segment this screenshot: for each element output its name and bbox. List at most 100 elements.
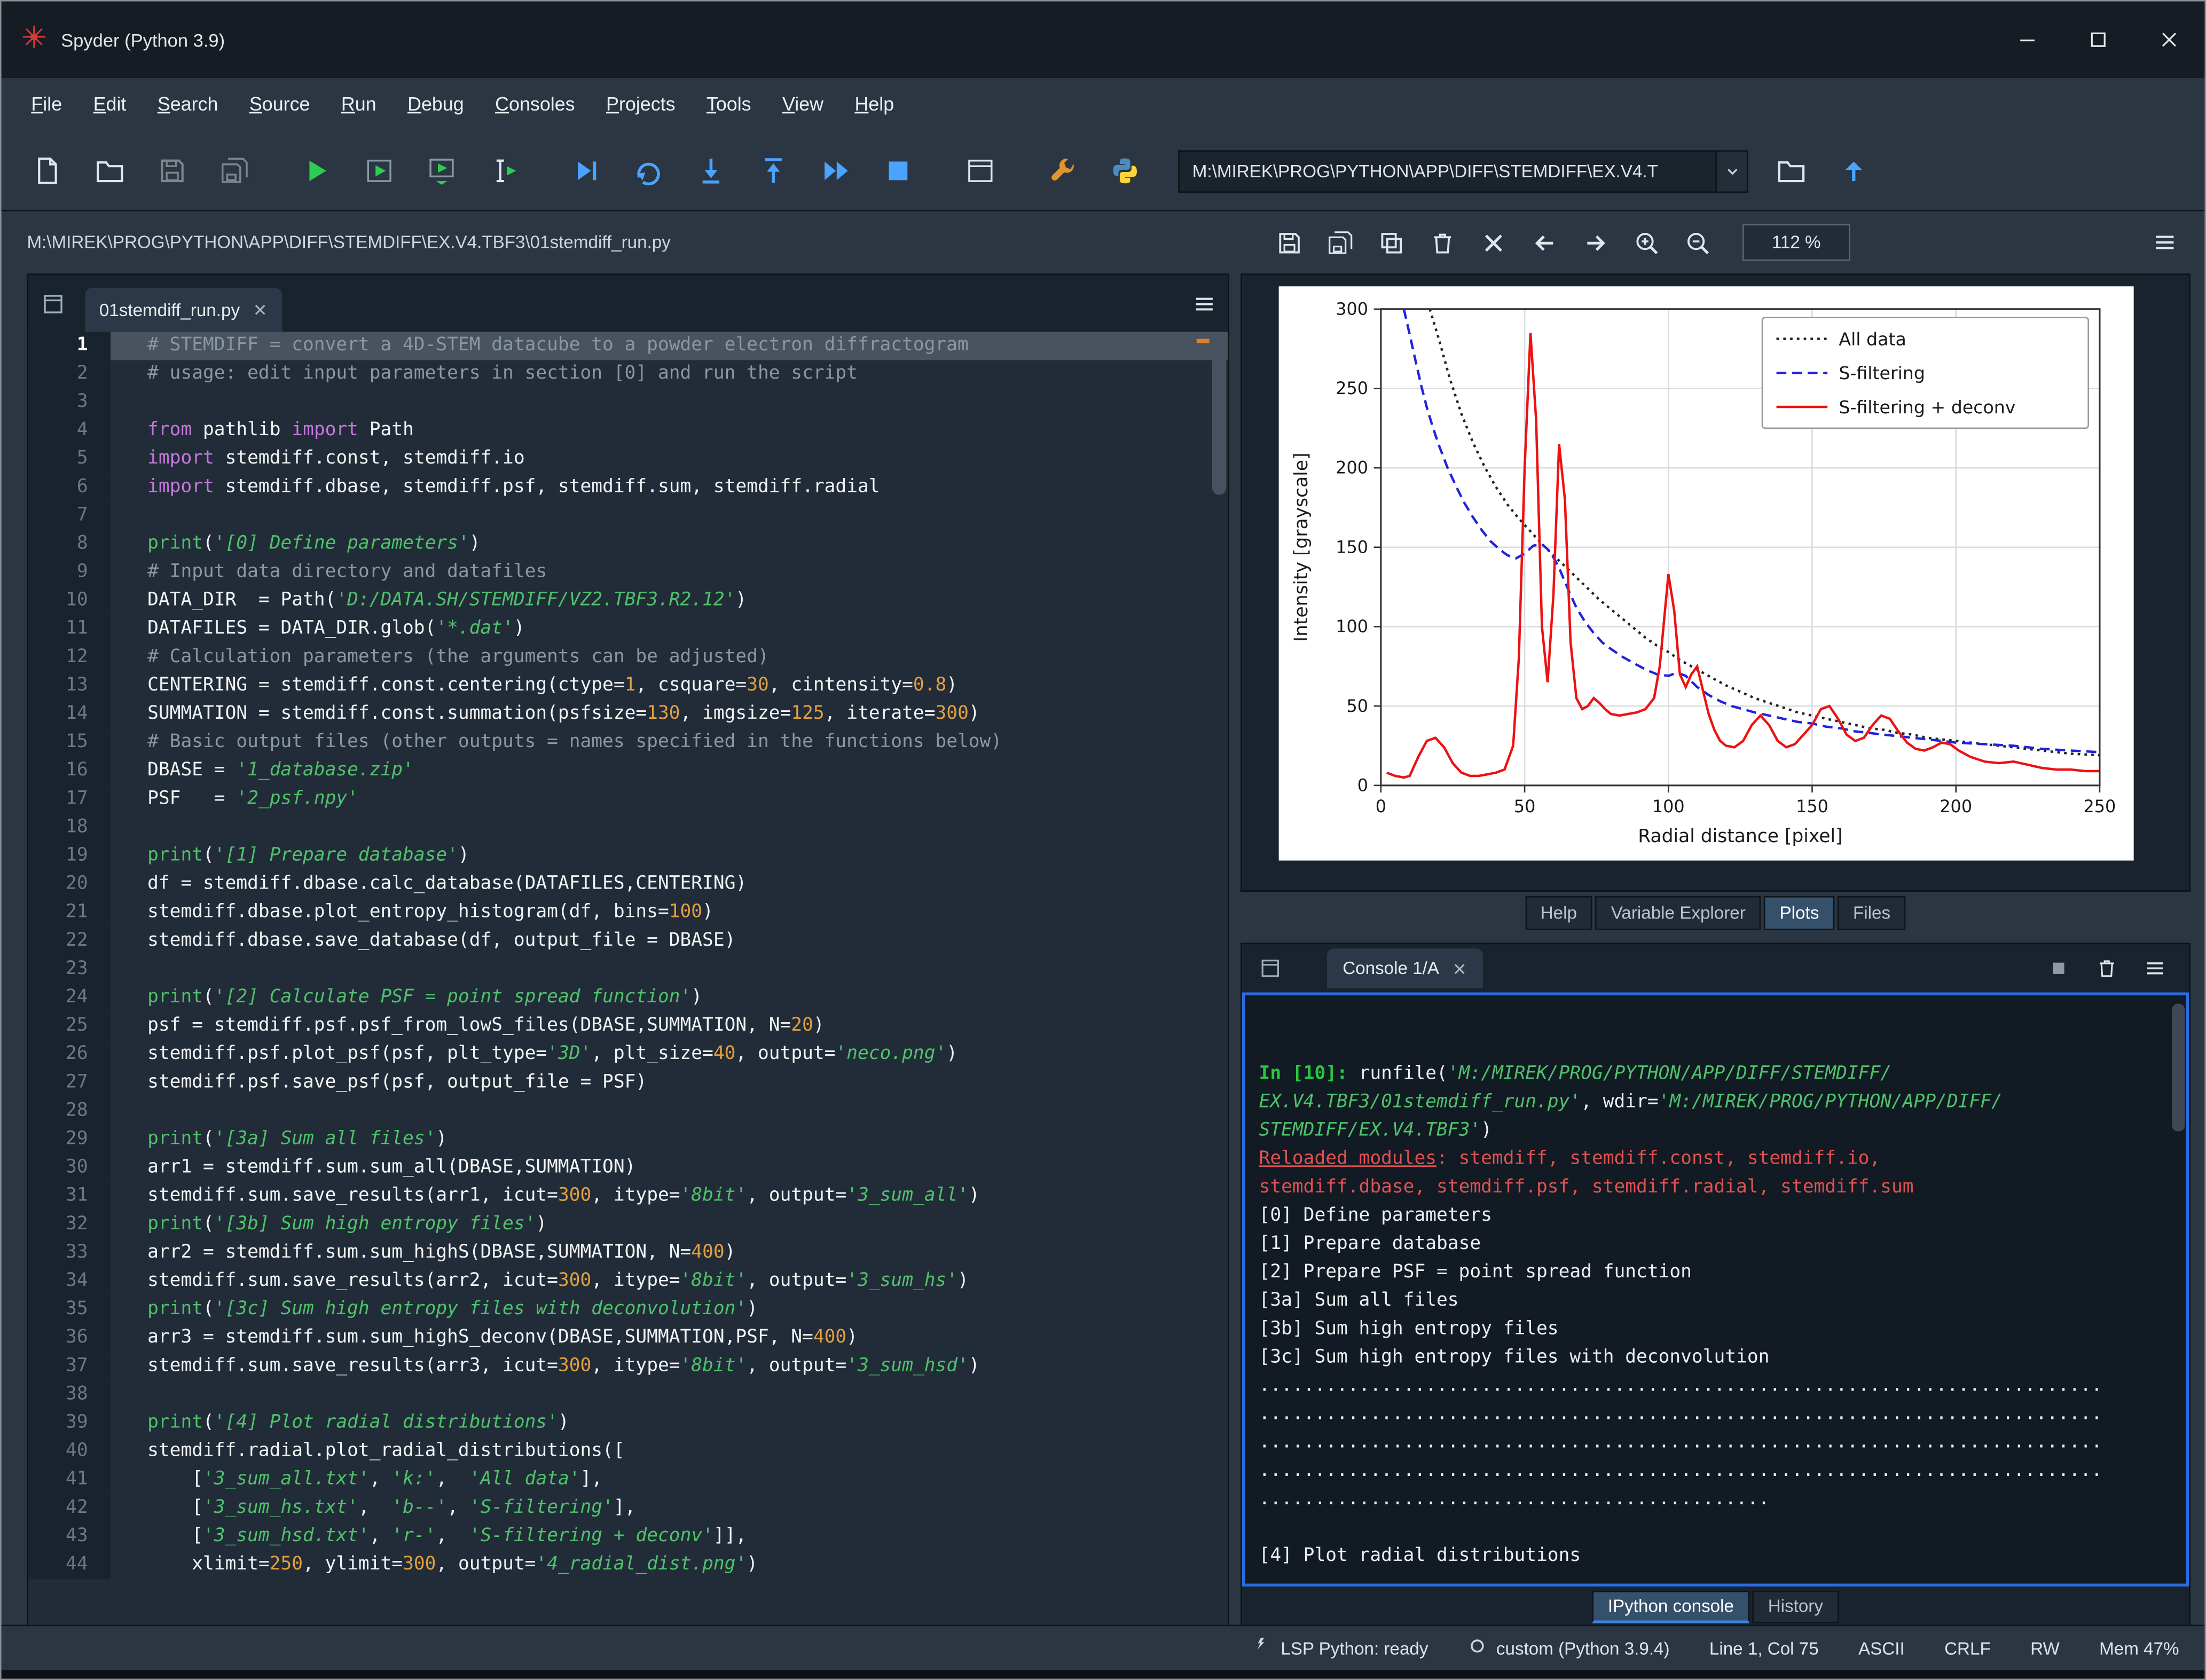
maximize-pane-button[interactable]	[948, 140, 1011, 202]
console-options-button[interactable]	[2135, 948, 2174, 988]
code-line: 44 xlimit=250, ylimit=300, output='4_rad…	[28, 1551, 1228, 1579]
run-selection-button[interactable]	[472, 140, 535, 202]
stop-debug-button[interactable]	[866, 140, 929, 202]
svg-text:200: 200	[1336, 458, 1368, 478]
code-line: 31stemdiff.sum.save_results(arr1, icut=3…	[28, 1182, 1228, 1211]
editor-scrollbar[interactable]	[1212, 336, 1227, 494]
menu-item-projects[interactable]: Projects	[591, 78, 691, 132]
svg-text:S-filtering + deconv: S-filtering + deconv	[1839, 397, 2015, 418]
pythonpath-manager-button[interactable]	[1093, 140, 1156, 202]
step-over-button[interactable]	[617, 140, 679, 202]
tab-files[interactable]: Files	[1838, 896, 1906, 930]
preferences-button[interactable]	[1031, 140, 1093, 202]
svg-text:Intensity [grayscale]: Intensity [grayscale]	[1291, 452, 1312, 642]
menu-item-source[interactable]: Source	[234, 78, 326, 132]
svg-text:250: 250	[1336, 378, 1368, 398]
plots-options-icon[interactable]	[2139, 217, 2191, 268]
chevron-down-icon[interactable]	[1715, 151, 1746, 191]
browse-consoles-icon[interactable]	[1251, 948, 1290, 988]
console-line: EX.V4.TBF3/01stemdiff_run.py', wdir='M:/…	[1259, 1089, 2186, 1117]
code-line: 37stemdiff.sum.save_results(arr3, icut=3…	[28, 1353, 1228, 1381]
menu-item-help[interactable]: Help	[839, 78, 909, 132]
code-line: 35print('[3c] Sum high entropy files wit…	[28, 1296, 1228, 1324]
statusbar-interpreter-status: custom (Python 3.9.4)	[1468, 1636, 1670, 1660]
step-into-button[interactable]	[679, 140, 742, 202]
step-out-button[interactable]	[742, 140, 804, 202]
console-line: stemdiff.dbase, stemdiff.psf, stemdiff.r…	[1259, 1174, 2186, 1202]
close-console-icon[interactable]	[1452, 961, 1467, 976]
next-plot-button[interactable]	[1569, 217, 1621, 268]
menu-item-edit[interactable]: Edit	[77, 78, 142, 132]
main-area: M:\MIREK\PROG\PYTHON\APP\DIFF\STEMDIFF\E…	[2, 211, 2205, 1625]
remove-plot-button[interactable]	[1416, 217, 1467, 268]
menu-item-consoles[interactable]: Consoles	[480, 78, 591, 132]
console-line: ........................................…	[1259, 1457, 2186, 1486]
statusbar-encoding: ASCII	[1858, 1638, 1905, 1658]
code-line: 23	[28, 955, 1228, 984]
interrupt-kernel-button[interactable]	[2039, 948, 2078, 988]
code-line: 2# usage: edit input parameters in secti…	[28, 360, 1228, 388]
maximize-button[interactable]	[2063, 2, 2134, 78]
console-header: Console 1/A	[1242, 944, 2189, 992]
tab-help[interactable]: Help	[1525, 896, 1593, 930]
menu-item-tools[interactable]: Tools	[691, 78, 767, 132]
parent-directory-button[interactable]	[1822, 140, 1885, 202]
menu-item-run[interactable]: Run	[326, 78, 392, 132]
browse-tabs-icon[interactable]	[28, 279, 76, 327]
open-file-button[interactable]	[78, 140, 140, 202]
remove-all-output-button[interactable]	[2087, 948, 2126, 988]
debug-file-button[interactable]	[554, 140, 617, 202]
close-button[interactable]	[2134, 2, 2205, 78]
code-line: 33arr2 = stemdiff.sum.sum_highS(DBASE,SU…	[28, 1239, 1228, 1267]
title-bar: Spyder (Python 3.9)	[2, 2, 2205, 78]
save-all-button	[203, 140, 265, 202]
code-line: 40stemdiff.radial.plot_radial_distributi…	[28, 1438, 1228, 1466]
svg-text:0: 0	[1357, 775, 1368, 795]
console-line: ........................................…	[1259, 1429, 2186, 1457]
save-all-plots-button[interactable]	[1314, 217, 1365, 268]
save-plot-button[interactable]	[1263, 217, 1315, 268]
console-line: Reloaded modules: stemdiff, stemdiff.con…	[1259, 1145, 2186, 1174]
code-line: 30arr1 = stemdiff.sum.sum_all(DBASE,SUMM…	[28, 1154, 1228, 1182]
zoom-in-button[interactable]	[1621, 217, 1672, 268]
code-line: 1# STEMDIFF = convert a 4D-STEM datacube…	[28, 332, 1228, 360]
copy-plot-button[interactable]	[1365, 217, 1417, 268]
editor-tab[interactable]: 01stemdiff_run.py	[85, 288, 282, 332]
ipython-console[interactable]: In [10]: runfile('M:/MIREK/PROG/PYTHON/A…	[1242, 992, 2189, 1586]
minimize-button[interactable]	[1992, 2, 2063, 78]
code-line: 42 ['3_sum_hs.txt', 'b--', 'S-filtering'…	[28, 1494, 1228, 1522]
tab-history[interactable]: History	[1752, 1590, 1839, 1622]
code-editor[interactable]: 1# STEMDIFF = convert a 4D-STEM datacube…	[28, 332, 1228, 1624]
svg-text:100: 100	[1652, 796, 1685, 817]
tab-variable-explorer[interactable]: Variable Explorer	[1596, 896, 1761, 930]
menu-item-view[interactable]: View	[767, 78, 839, 132]
run-cell-button[interactable]	[347, 140, 410, 202]
console-line: [3a] Sum all files	[1259, 1288, 2186, 1316]
run-file-button[interactable]	[285, 140, 348, 202]
code-line: 39print('[4] Plot radial distributions')	[28, 1409, 1228, 1438]
menu-item-debug[interactable]: Debug	[392, 78, 480, 132]
continue-execution-button[interactable]	[804, 140, 866, 202]
console-tab-label: Console 1/A	[1343, 959, 1439, 978]
previous-plot-button[interactable]	[1518, 217, 1569, 268]
console-line: [1] Prepare database	[1259, 1230, 2186, 1259]
code-line: 18	[28, 814, 1228, 842]
status-bar: LSP Python: readycustom (Python 3.9.4)Li…	[2, 1625, 2205, 1670]
svg-text:All data: All data	[1839, 328, 1906, 349]
menu-item-search[interactable]: Search	[142, 78, 234, 132]
menu-item-file[interactable]: File	[15, 78, 77, 132]
svg-text:150: 150	[1796, 796, 1828, 817]
zoom-out-button[interactable]	[1671, 217, 1723, 268]
remove-all-plots-button[interactable]	[1467, 217, 1519, 268]
tab-ipython-console[interactable]: IPython console	[1592, 1590, 1750, 1622]
working-directory-combobox[interactable]: M:\MIREK\PROG\PYTHON\APP\DIFF\STEMDIFF\E…	[1178, 150, 1748, 192]
console-scrollbar[interactable]	[2172, 1004, 2185, 1132]
close-tab-icon[interactable]	[253, 302, 268, 317]
editor-options-icon[interactable]	[1180, 279, 1228, 327]
tab-plots[interactable]: Plots	[1764, 896, 1834, 930]
new-file-button[interactable]	[15, 140, 78, 202]
spyder-window: Spyder (Python 3.9) FileEditSearchSource…	[0, 0, 2206, 1680]
console-tab[interactable]: Console 1/A	[1327, 948, 1483, 988]
run-cell-advance-button[interactable]	[410, 140, 472, 202]
browse-working-directory-button[interactable]	[1760, 140, 1822, 202]
